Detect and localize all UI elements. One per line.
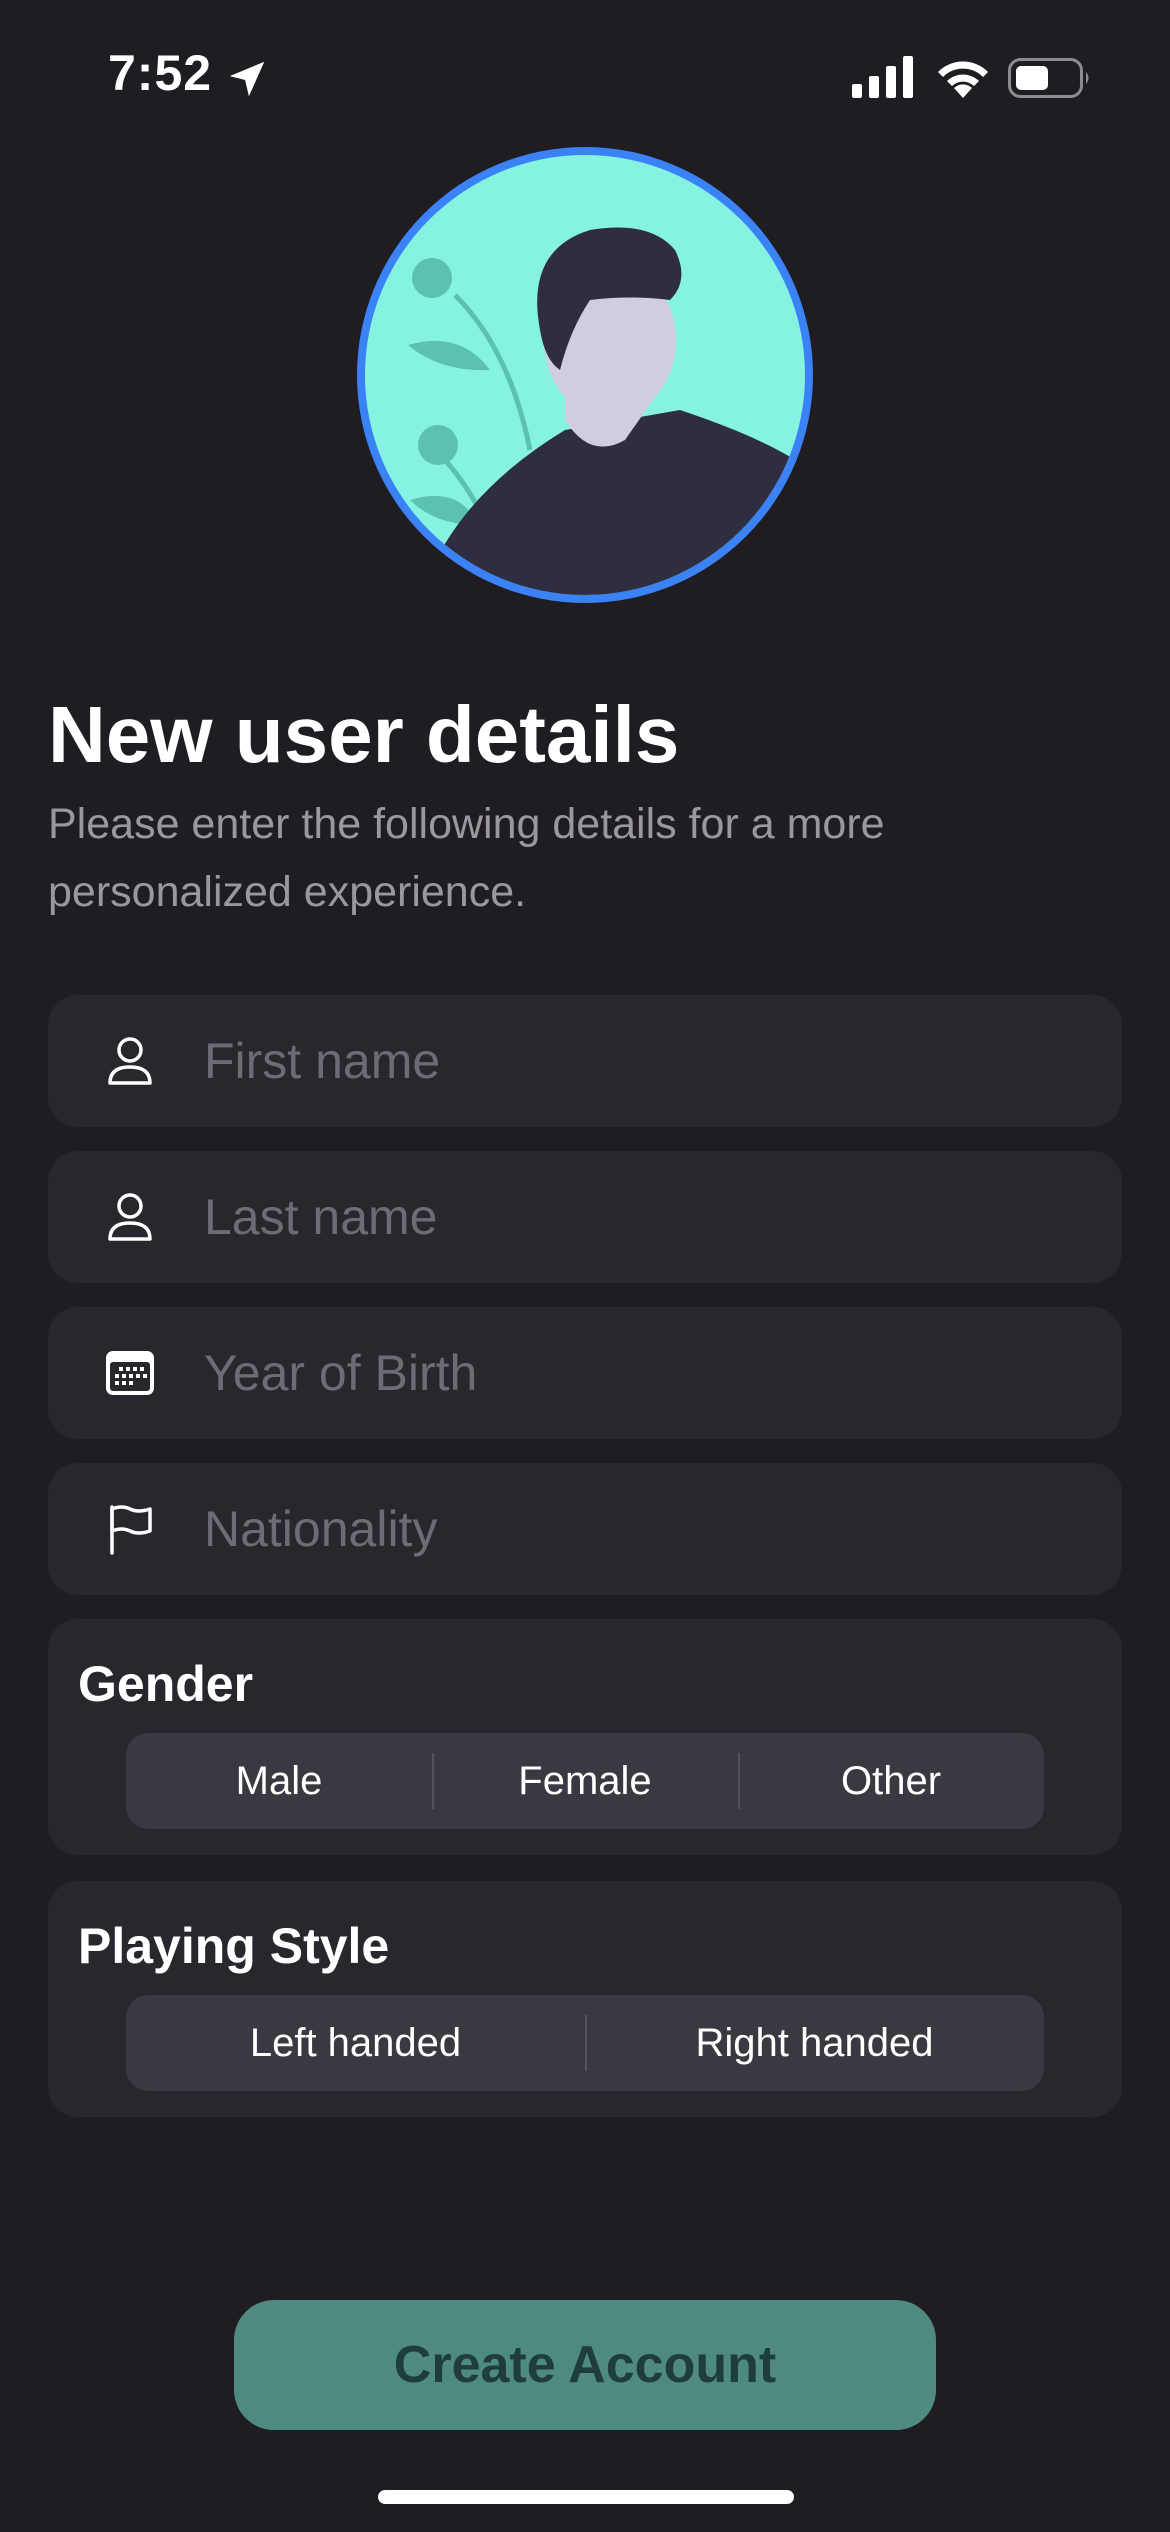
playing-style-option-right[interactable]: Right handed [585, 1995, 1044, 2091]
avatar-illustration [357, 147, 813, 603]
year-of-birth-field[interactable] [48, 1307, 1122, 1439]
person-icon [102, 1033, 158, 1089]
calendar-icon [102, 1345, 158, 1401]
gender-option-other[interactable]: Other [738, 1733, 1044, 1829]
gender-title: Gender [78, 1656, 254, 1712]
gender-segmented-control[interactable]: Male Female Other [126, 1733, 1044, 1829]
page-subtitle: Please enter the following details for a… [48, 800, 885, 916]
battery-icon [1008, 58, 1089, 98]
first-name-input[interactable] [202, 1031, 1086, 1091]
cellular-signal-icon [852, 56, 913, 98]
flag-icon [102, 1501, 158, 1557]
playing-style-option-left[interactable]: Left handed [126, 1995, 585, 2091]
home-indicator [378, 2490, 794, 2504]
nationality-field[interactable] [48, 1463, 1122, 1595]
playing-style-title: Playing Style [78, 1918, 390, 1974]
status-bar: 7:52 [0, 0, 1170, 150]
last-name-input[interactable] [202, 1187, 1086, 1247]
gender-option-female[interactable]: Female [432, 1733, 738, 1829]
page-title: New user details [48, 690, 680, 779]
person-icon [102, 1189, 158, 1245]
playing-style-card: Playing Style Left handed Right handed [48, 1881, 1122, 2117]
wifi-icon [938, 61, 988, 98]
first-name-field[interactable] [48, 995, 1122, 1127]
gender-option-male[interactable]: Male [126, 1733, 432, 1829]
location-arrow-icon [229, 61, 265, 97]
gender-card: Gender Male Female Other [48, 1619, 1122, 1855]
nationality-input[interactable] [202, 1499, 1086, 1559]
status-time: 7:52 [108, 45, 213, 101]
playing-style-segmented-control[interactable]: Left handed Right handed [126, 1995, 1044, 2091]
year-of-birth-input[interactable] [202, 1343, 1086, 1403]
create-account-button[interactable]: Create Account [234, 2300, 936, 2430]
last-name-field[interactable] [48, 1151, 1122, 1283]
avatar[interactable] [350, 140, 820, 610]
